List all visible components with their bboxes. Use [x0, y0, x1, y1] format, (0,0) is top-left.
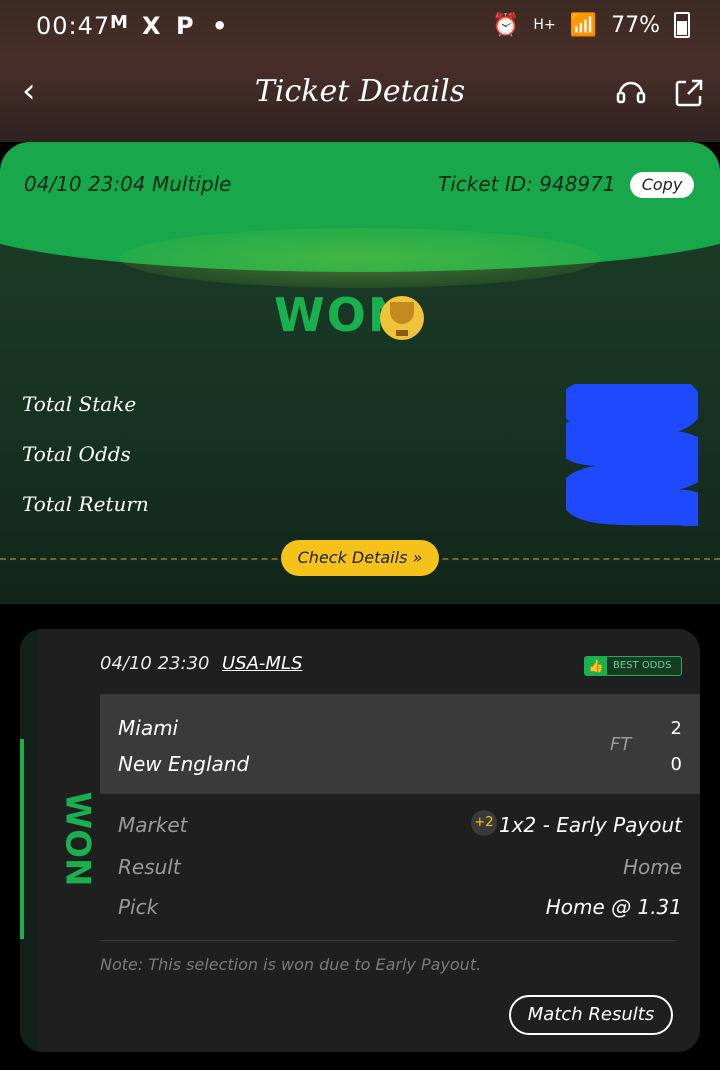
- details-divider: [100, 940, 676, 941]
- status-time: 00:47: [36, 12, 111, 40]
- early-payout-note: Note: This selection is won due to Early…: [100, 955, 482, 974]
- away-team: New England: [118, 752, 250, 776]
- svg-text:WON: WON: [58, 792, 94, 887]
- away-score: 0: [670, 754, 682, 775]
- teams-panel: Miami New England FT 2 0: [100, 694, 700, 794]
- total-odds-label: Total Odds: [22, 442, 131, 466]
- status-bar: 00:47 M X P • ⏰ H+ 📶 77%: [0, 0, 720, 54]
- market-label: Market: [118, 813, 188, 837]
- league-link[interactable]: USA-MLS: [222, 653, 302, 674]
- card-glow: [120, 228, 600, 288]
- header-area: 00:47 M X P • ⏰ H+ 📶 77% ‹ Ticket Detail…: [0, 0, 720, 142]
- home-score: 2: [670, 718, 682, 739]
- redaction-scribble: [566, 384, 698, 526]
- match-date: 04/10 23:30: [100, 653, 210, 674]
- top-nav: ‹ Ticket Details: [0, 64, 720, 124]
- sport-app-icon: M: [110, 12, 128, 33]
- ticket-date: 04/10 23:04 Multiple: [24, 172, 232, 196]
- dot-icon: •: [212, 12, 228, 40]
- alarm-icon: ⏰: [492, 12, 520, 38]
- copy-button[interactable]: Copy: [630, 172, 694, 198]
- pick-value: Home @ 1.31: [545, 895, 682, 919]
- ticket-id: Ticket ID: 948971: [438, 172, 616, 196]
- total-return-label: Total Return: [22, 492, 149, 516]
- support-headset-icon[interactable]: [614, 76, 648, 110]
- network-type: H+: [533, 17, 556, 33]
- p-app-icon: P: [176, 12, 194, 40]
- home-team: Miami: [118, 716, 179, 740]
- match-status: FT: [610, 734, 632, 755]
- match-card: WON 04/10 23:30 USA-MLS 👍 BEST ODDS Miam…: [20, 629, 700, 1052]
- market-value: 1x2 - Early Payout: [499, 813, 682, 837]
- pick-label: Pick: [118, 895, 159, 919]
- thumbs-up-icon: 👍: [585, 657, 607, 675]
- chevron-down-icon: »: [412, 548, 423, 567]
- status-strip-accent: [20, 739, 24, 939]
- best-odds-badge: 👍 BEST ODDS: [584, 656, 682, 676]
- match-results-button[interactable]: Match Results: [509, 995, 673, 1035]
- result-label: Result: [118, 855, 181, 879]
- ticket-summary-card: 04/10 23:04 Multiple Ticket ID: 948971 C…: [0, 142, 720, 604]
- vertical-won-label: WON: [58, 792, 94, 887]
- signal-icon: 📶: [569, 12, 598, 38]
- total-stake-label: Total Stake: [22, 392, 137, 416]
- page-title: Ticket Details: [254, 74, 466, 109]
- result-value: Home: [622, 855, 682, 879]
- x-app-icon: X: [142, 12, 161, 40]
- share-icon[interactable]: [672, 76, 706, 110]
- battery-icon: [674, 12, 690, 38]
- status-right: ⏰ H+ 📶 77%: [492, 12, 690, 38]
- battery-percent: 77%: [611, 12, 660, 38]
- plus-badge: +2: [471, 810, 497, 836]
- trophy-icon: [380, 296, 424, 340]
- check-details-button[interactable]: Check Details »: [281, 540, 439, 576]
